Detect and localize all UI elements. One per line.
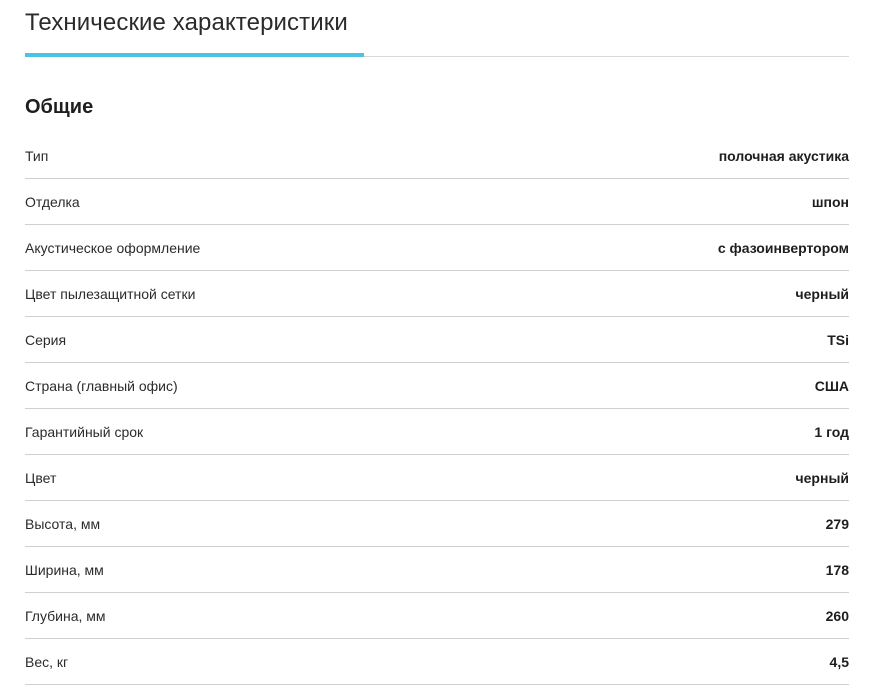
tab-specifications[interactable]: Технические характеристики bbox=[25, 9, 348, 37]
tab-bar: Технические характеристики bbox=[25, 0, 849, 57]
spec-value: США bbox=[814, 377, 849, 394]
spec-row: Серия TSi bbox=[25, 317, 849, 363]
section-title: Общие bbox=[25, 96, 94, 118]
spec-label: Отделка bbox=[25, 193, 80, 210]
spec-row: Гарантийный срок 1 год bbox=[25, 409, 849, 455]
spec-row: Акустическое оформление с фазоинвертором bbox=[25, 225, 849, 271]
spec-row: Высота, мм 279 bbox=[25, 501, 849, 547]
spec-label: Цвет пылезащитной сетки bbox=[25, 285, 196, 302]
spec-row: Глубина, мм 260 bbox=[25, 593, 849, 639]
spec-value: с фазоинвертором bbox=[717, 239, 849, 256]
spec-label: Вес, кг bbox=[25, 653, 69, 670]
spec-row: Ширина, мм 178 bbox=[25, 547, 849, 593]
spec-value: 4,5 bbox=[829, 653, 849, 670]
spec-label: Глубина, мм bbox=[25, 607, 106, 624]
spec-label: Тип bbox=[25, 147, 49, 164]
spec-value: черный bbox=[795, 469, 849, 486]
spec-row: Вес, кг 4,5 bbox=[25, 639, 849, 685]
spec-value: 178 bbox=[825, 561, 849, 578]
spec-label: Ширина, мм bbox=[25, 561, 104, 578]
spec-list: Тип полочная акустика Отделка шпон Акуст… bbox=[25, 133, 849, 685]
spec-value: шпон bbox=[811, 193, 849, 210]
active-tab-indicator bbox=[25, 53, 364, 57]
spec-value: полочная акустика bbox=[718, 147, 849, 164]
spec-label: Высота, мм bbox=[25, 515, 101, 532]
spec-row: Страна (главный офис) США bbox=[25, 363, 849, 409]
spec-row: Цвет черный bbox=[25, 455, 849, 501]
spec-value: черный bbox=[795, 285, 849, 302]
spec-label: Цвет bbox=[25, 469, 57, 486]
spec-label: Акустическое оформление bbox=[25, 239, 201, 256]
spec-label: Страна (главный офис) bbox=[25, 377, 178, 394]
specs-panel: Технические характеристики Общие Тип пол… bbox=[25, 0, 849, 685]
spec-row: Цвет пылезащитной сетки черный bbox=[25, 271, 849, 317]
spec-label: Гарантийный срок bbox=[25, 423, 144, 440]
spec-label: Серия bbox=[25, 331, 67, 348]
spec-row: Тип полочная акустика bbox=[25, 133, 849, 179]
spec-value: 260 bbox=[825, 607, 849, 624]
spec-value: 1 год bbox=[814, 423, 849, 440]
spec-value: TSi bbox=[827, 331, 849, 348]
spec-row: Отделка шпон bbox=[25, 179, 849, 225]
spec-value: 279 bbox=[825, 515, 849, 532]
